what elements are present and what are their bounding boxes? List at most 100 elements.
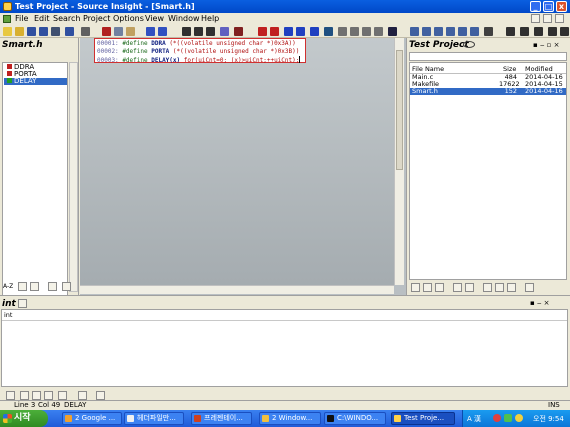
search-next-icon[interactable]: [206, 27, 215, 36]
task-presentation[interactable]: 프레젠테이...: [191, 412, 252, 425]
tile-icon[interactable]: [410, 27, 419, 36]
editor-canvas[interactable]: [80, 38, 394, 285]
relation-icon[interactable]: [338, 27, 347, 36]
symbol-filter-icon[interactable]: [30, 282, 39, 291]
editor-area[interactable]: 00001: #define DDRA (*((volatile unsigne…: [80, 38, 406, 295]
search-icon[interactable]: [182, 27, 191, 36]
editor-horizontal-scrollbar[interactable]: [80, 285, 394, 294]
project-columns-icon[interactable]: [453, 283, 462, 292]
browse-icon[interactable]: [324, 27, 333, 36]
symbol-book-icon[interactable]: [48, 282, 57, 291]
panel-icon[interactable]: [470, 27, 479, 36]
symbol-list-view-icon[interactable]: [18, 282, 27, 291]
options-icon[interactable]: [548, 27, 557, 36]
jump-icon[interactable]: [310, 27, 319, 36]
task-windows[interactable]: 2 Window...: [259, 412, 321, 425]
project-symbols-view-icon[interactable]: [423, 283, 432, 292]
ime-indicator[interactable]: A 漢: [467, 414, 481, 424]
code-line-1[interactable]: 00001: #define DDRA (*((volatile unsigne…: [97, 40, 296, 48]
menu-edit[interactable]: Edit: [34, 14, 50, 24]
tray-network-icon[interactable]: [504, 414, 512, 422]
save-icon[interactable]: [27, 27, 36, 36]
save-as-icon[interactable]: [65, 27, 74, 36]
close-button[interactable]: x: [556, 1, 567, 12]
file-row-smart-h[interactable]: Smart.h 152 2014-04-16: [410, 88, 566, 95]
symbol-list[interactable]: DDRA PORTA DELAY: [2, 62, 68, 317]
mdi-restore-button[interactable]: [543, 14, 552, 23]
replace-icon[interactable]: [220, 27, 229, 36]
menu-help[interactable]: Help: [201, 14, 219, 24]
more-icon[interactable]: [560, 27, 569, 36]
rebuild-icon[interactable]: [388, 27, 397, 36]
task-cmd[interactable]: C:\WINDO...: [324, 412, 386, 425]
project-list-icon[interactable]: [465, 283, 474, 292]
editor-vertical-scrollbar[interactable]: [394, 38, 404, 285]
forward-icon[interactable]: [296, 27, 305, 36]
context-view[interactable]: int: [1, 309, 568, 387]
column-header-modified[interactable]: Modified: [525, 65, 553, 73]
editor-scroll-thumb[interactable]: [396, 50, 403, 170]
task-header-files[interactable]: 헤더파일만...: [124, 412, 184, 425]
context-book-icon[interactable]: [32, 391, 41, 400]
print-icon[interactable]: [81, 27, 90, 36]
refresh-icon[interactable]: [520, 27, 529, 36]
mdi-close-button[interactable]: [555, 14, 564, 23]
layout-icon[interactable]: [434, 27, 443, 36]
context-panel-menu-icon[interactable]: ▪ ‒ ×: [530, 299, 550, 307]
context-lock-bottom-icon[interactable]: [78, 391, 87, 400]
close-file-icon[interactable]: [51, 27, 60, 36]
tray-app-icon[interactable]: [493, 414, 501, 422]
menu-options[interactable]: Options: [113, 14, 144, 24]
cut-icon[interactable]: [102, 27, 111, 36]
cascade-icon[interactable]: [422, 27, 431, 36]
project-window-icon[interactable]: [374, 27, 383, 36]
project-details-icon[interactable]: [435, 283, 444, 292]
settings-icon[interactable]: [534, 27, 543, 36]
context-jump-icon[interactable]: [6, 391, 15, 400]
open-folder-icon[interactable]: [15, 27, 24, 36]
menu-view[interactable]: View: [145, 14, 164, 24]
project-file-list[interactable]: File Name Size Modified Main.c 484 2014-…: [409, 62, 567, 280]
minimize-button[interactable]: _: [530, 1, 541, 12]
new-file-icon[interactable]: [3, 27, 12, 36]
redo-icon[interactable]: [158, 27, 167, 36]
symbol-item-delay[interactable]: DELAY: [4, 78, 67, 85]
task-google[interactable]: 2 Google ...: [62, 412, 122, 425]
back-icon[interactable]: [284, 27, 293, 36]
menu-project[interactable]: Project: [83, 14, 110, 24]
menu-file[interactable]: File: [15, 14, 28, 24]
context-rebuild-icon[interactable]: [44, 391, 53, 400]
tray-messenger-icon[interactable]: [515, 414, 523, 422]
code-line-3[interactable]: 00003: #define DELAY(x) for(uiCnt=0; (x)…: [97, 56, 301, 65]
sync-icon[interactable]: [506, 27, 515, 36]
menu-search[interactable]: Search: [53, 14, 80, 24]
copy-icon[interactable]: [114, 27, 123, 36]
column-header-size[interactable]: Size: [503, 65, 516, 73]
paste-icon[interactable]: [126, 27, 135, 36]
search-files-icon[interactable]: [194, 27, 203, 36]
bookmark-toggle-icon[interactable]: [270, 27, 279, 36]
project-filter-input[interactable]: [409, 52, 567, 61]
undo-icon[interactable]: [146, 27, 155, 36]
symbol-window-icon[interactable]: [350, 27, 359, 36]
project-files-view-icon[interactable]: [411, 283, 420, 292]
doc-icon[interactable]: [3, 15, 11, 23]
maximize-button[interactable]: □: [543, 1, 554, 12]
sort-az-button[interactable]: A-Z: [3, 283, 13, 290]
symbol-scrollbar[interactable]: [69, 62, 78, 292]
context-window-icon[interactable]: [362, 27, 371, 36]
column-header-file-name[interactable]: File Name: [412, 65, 444, 73]
context-print-icon[interactable]: [96, 391, 105, 400]
project-close-icon[interactable]: [525, 283, 534, 292]
context-lock-icon[interactable]: [18, 299, 27, 308]
code-window[interactable]: 00001: #define DDRA (*((volatile unsigne…: [94, 38, 306, 65]
project-folder-icon[interactable]: [483, 283, 492, 292]
project-sync-icon[interactable]: [507, 283, 516, 292]
context-copy-icon[interactable]: [20, 391, 29, 400]
menu-window[interactable]: Window: [168, 14, 200, 24]
context-abc-icon[interactable]: [58, 391, 67, 400]
help-cursor-icon[interactable]: [484, 27, 493, 36]
bookmark-icon[interactable]: [258, 27, 267, 36]
project-panel-menu-icon[interactable]: ▪ ‒ ▫ ×: [533, 41, 559, 49]
project-open-icon[interactable]: [495, 283, 504, 292]
